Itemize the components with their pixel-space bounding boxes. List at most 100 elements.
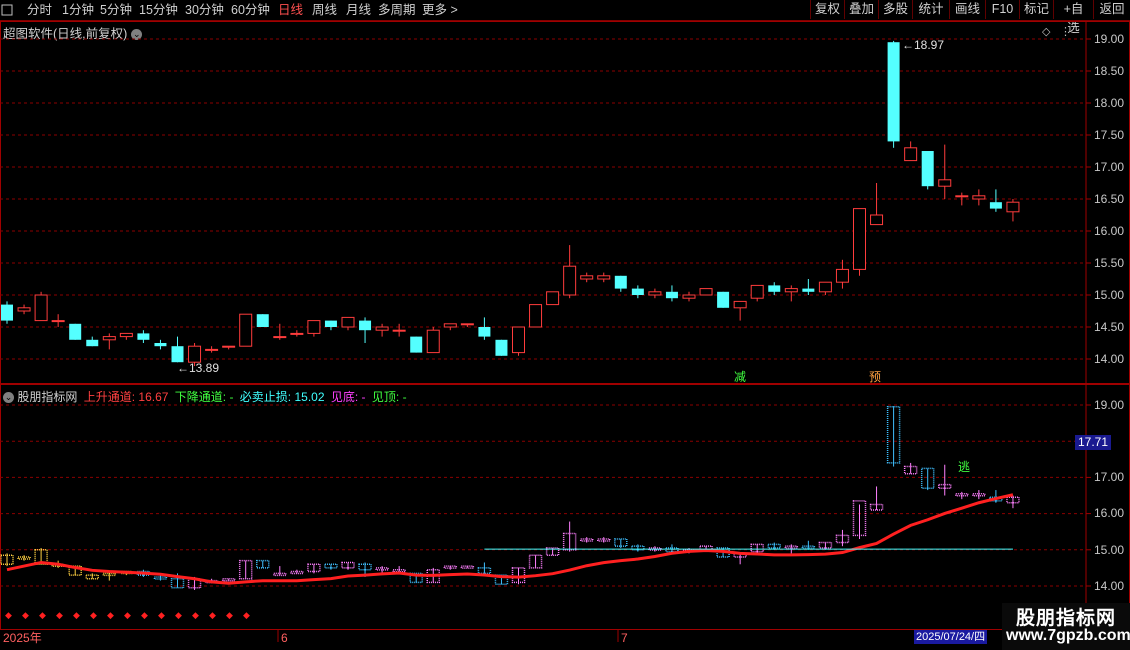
candle-body bbox=[341, 316, 355, 328]
signal-dot: ◆ bbox=[243, 610, 250, 620]
candle-body bbox=[171, 346, 184, 363]
candle-body bbox=[597, 275, 611, 280]
candle-body bbox=[870, 214, 884, 226]
candle-body bbox=[887, 42, 900, 142]
signal-dot: ◆ bbox=[141, 610, 148, 620]
candle-body bbox=[717, 291, 730, 308]
candle-body bbox=[853, 208, 866, 270]
candle-body bbox=[665, 291, 678, 299]
scroll-icon[interactable]: ⋮ bbox=[1060, 26, 1071, 38]
watermark-title: 股朋指标网 bbox=[1016, 608, 1117, 629]
y-tick: 18.00 bbox=[1094, 96, 1125, 110]
candle-body bbox=[835, 268, 849, 283]
diamond-icon[interactable]: ◇ bbox=[1042, 26, 1051, 38]
candle-body bbox=[580, 275, 594, 280]
candle-body bbox=[563, 265, 577, 296]
x-label-july: 7 bbox=[621, 631, 628, 645]
candle-body bbox=[154, 343, 167, 347]
signal-dot: ◆ bbox=[175, 610, 182, 620]
candle-body bbox=[119, 332, 133, 338]
signal-dot: ◆ bbox=[5, 610, 12, 620]
candle-body bbox=[546, 291, 560, 306]
candle-body bbox=[51, 320, 65, 323]
candle-body bbox=[750, 284, 764, 299]
candle-body bbox=[239, 313, 253, 347]
candle-body bbox=[682, 294, 696, 299]
candle-body bbox=[768, 285, 781, 292]
up-channel-line bbox=[6, 493, 1014, 585]
candle-body bbox=[818, 281, 832, 293]
escape-marker: 逃 bbox=[958, 460, 970, 474]
y-tick: 15.00 bbox=[1094, 543, 1125, 557]
watermark: 股朋指标网 www.7gpzb.com bbox=[1002, 603, 1130, 650]
candle-body bbox=[631, 288, 644, 295]
candle-body bbox=[17, 307, 31, 312]
candle-body bbox=[222, 345, 236, 348]
candle-body bbox=[443, 323, 457, 328]
reduce-marker: 减 bbox=[734, 370, 746, 384]
candle-body bbox=[938, 179, 952, 187]
candle-body bbox=[256, 314, 269, 327]
y-tick: 17.00 bbox=[1094, 470, 1125, 484]
candle-body bbox=[512, 326, 525, 354]
y-tick: 19.00 bbox=[1094, 398, 1125, 412]
forecast-marker: 预 bbox=[869, 370, 881, 384]
candle-body bbox=[1006, 201, 1020, 213]
max-price-label: ←18.97 bbox=[902, 38, 944, 52]
candle-body bbox=[426, 329, 440, 354]
candle-body bbox=[478, 327, 491, 337]
candle-body bbox=[614, 275, 627, 289]
y-tick: 14.00 bbox=[1094, 352, 1125, 366]
y-tick: 16.00 bbox=[1094, 506, 1125, 520]
candle-body bbox=[733, 300, 747, 309]
y-tick: 15.50 bbox=[1094, 256, 1125, 270]
current-value-badge: 17.71 bbox=[1075, 435, 1112, 450]
y-tick: 16.50 bbox=[1094, 192, 1125, 206]
candle-body bbox=[324, 320, 337, 327]
signal-dot: ◆ bbox=[73, 610, 80, 620]
y-tick: 19.00 bbox=[1094, 32, 1125, 46]
signal-dot: ◆ bbox=[209, 610, 216, 620]
signal-dot: ◆ bbox=[39, 610, 46, 620]
candle-body bbox=[921, 151, 934, 187]
candle-body bbox=[784, 288, 798, 293]
candle-body bbox=[972, 195, 986, 200]
signal-dot: ◆ bbox=[22, 610, 29, 620]
watermark-url: www.7gpzb.com bbox=[1006, 627, 1130, 644]
signal-dot: ◆ bbox=[158, 610, 165, 620]
candle-body bbox=[410, 336, 423, 353]
candle-body bbox=[359, 320, 372, 331]
signal-dot: ◆ bbox=[107, 610, 114, 620]
y-tick: 16.00 bbox=[1094, 224, 1125, 238]
chart-canvas[interactable]: ◆ ◆ ◆ ◆ ◆ ◆ ◆ ◆ ◆ ◆ ◆ ◆ ◆ ◆ ◆ ◇ ⋮ ←18.97 ←13.89 减 预 逃 … bbox=[0, 0, 1130, 650]
candle-body bbox=[955, 195, 969, 198]
candle-body bbox=[495, 339, 508, 356]
candle-body bbox=[529, 304, 543, 328]
candle-body bbox=[205, 348, 219, 351]
candle-body bbox=[392, 329, 406, 332]
candle-body bbox=[375, 326, 389, 331]
candle-body bbox=[137, 333, 150, 340]
candle-body bbox=[290, 332, 304, 335]
y-tick: 17.00 bbox=[1094, 160, 1125, 174]
candle-body bbox=[904, 147, 918, 162]
candle-body bbox=[699, 288, 713, 296]
candle-body bbox=[188, 345, 202, 363]
signal-dot: ◆ bbox=[124, 610, 131, 620]
candle-body bbox=[273, 336, 287, 339]
y-tick: 18.50 bbox=[1094, 64, 1125, 78]
date-badge: 2025/07/24/四 bbox=[914, 630, 988, 644]
candle-body bbox=[86, 339, 99, 347]
candle-body bbox=[989, 202, 1002, 209]
signal-dot: ◆ bbox=[192, 610, 199, 620]
candle-body bbox=[648, 291, 662, 296]
x-label-2025: 2025年 bbox=[3, 631, 42, 645]
candle-body bbox=[34, 294, 48, 322]
candle-body bbox=[1, 304, 13, 321]
signal-dot: ◆ bbox=[56, 610, 63, 620]
signal-dot: ◆ bbox=[90, 610, 97, 620]
candle-body bbox=[69, 323, 82, 340]
candle-body bbox=[102, 336, 116, 341]
y-tick: 14.00 bbox=[1094, 579, 1125, 593]
y-tick: 14.50 bbox=[1094, 320, 1125, 334]
